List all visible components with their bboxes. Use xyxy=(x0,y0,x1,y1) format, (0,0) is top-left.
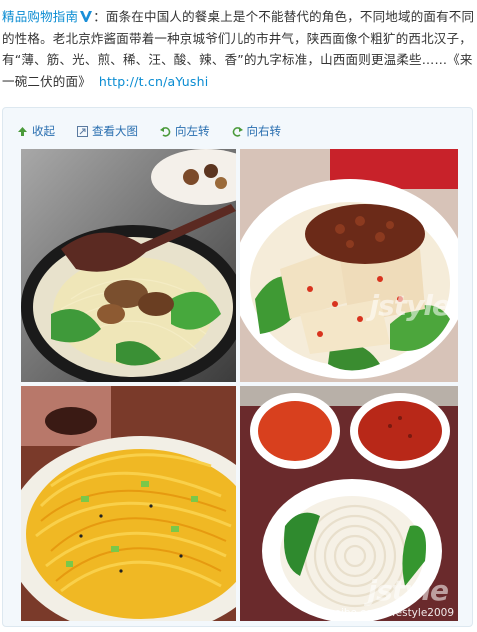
photo-spicy-wide-noodles: jstyle xyxy=(240,149,458,382)
rotate-left-label: 向左转 xyxy=(175,124,210,138)
media-box: 收起 查看大图 向左转 向右转 jstyle jstyle weibo.com/… xyxy=(2,107,473,627)
watermark: jstyle xyxy=(367,574,449,607)
view-full-button[interactable]: 查看大图 xyxy=(77,123,138,139)
rotate-left-icon xyxy=(160,126,171,137)
collapse-label: 收起 xyxy=(32,124,55,138)
photo-noodles-with-sauces: jstyle weibo.com/lifestyle2009 xyxy=(240,386,458,621)
collapse-button[interactable]: 收起 xyxy=(17,123,55,139)
image-credit: weibo.com/lifestyle2009 xyxy=(325,607,454,619)
rotate-left-button[interactable]: 向左转 xyxy=(160,123,210,139)
rotate-right-button[interactable]: 向右转 xyxy=(232,123,282,139)
photo-grid[interactable]: jstyle jstyle weibo.com/lifestyle2009 xyxy=(21,149,458,621)
arrow-up-icon xyxy=(18,126,27,136)
author-link[interactable]: 精品购物指南 xyxy=(2,9,78,24)
watermark: jstyle xyxy=(369,289,451,322)
short-link[interactable]: http://t.cn/aYushi xyxy=(99,74,208,89)
rotate-right-label: 向右转 xyxy=(246,124,282,138)
rotate-right-icon xyxy=(232,126,243,137)
post-text: 精品购物指南 ：面条在中国人的餐桌上是个不能替代的角色，不同地域的面有不同的性格。… xyxy=(2,6,475,92)
photo-yellow-noodles xyxy=(21,386,236,621)
enlarge-icon xyxy=(77,125,88,137)
view-full-label: 查看大图 xyxy=(92,124,138,138)
photo-mushroom-noodle-soup xyxy=(21,149,236,382)
image-toolbar: 收起 查看大图 向左转 向右转 xyxy=(17,122,303,140)
verified-icon xyxy=(80,11,93,22)
